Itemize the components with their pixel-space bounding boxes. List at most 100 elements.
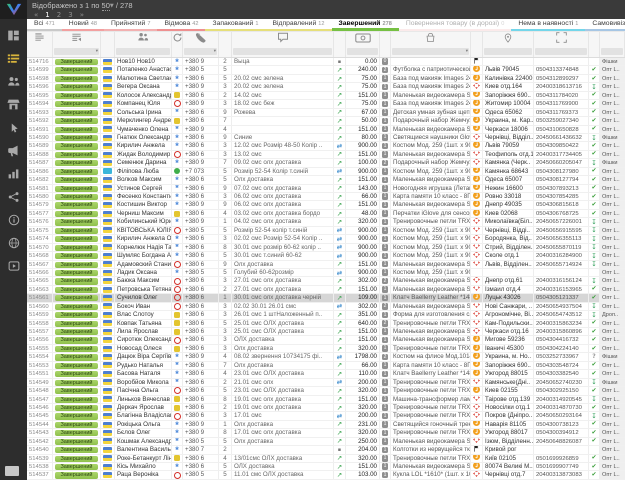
sidebar-orders-icon[interactable] bbox=[6, 51, 21, 66]
delivery-status-icon[interactable]: ✔ bbox=[589, 92, 600, 99]
delivery-status-icon[interactable]: ✔ bbox=[589, 185, 600, 192]
order-row[interactable]: 514574ЗавершенийКирилич Анжела Ол..*+380… bbox=[27, 235, 625, 243]
order-row[interactable]: 514575ЗавершенийКВІТОВСЬКА ЮЛІЯ+380 55Ро… bbox=[27, 227, 625, 235]
sidebar-columns-icon[interactable] bbox=[6, 28, 21, 43]
order-row[interactable]: 514579ЗавершенийКостишин Виктор*+380 990… bbox=[27, 201, 625, 209]
order-row[interactable]: 514581ЗавершенийУстинов Сергей*+380 6907… bbox=[27, 185, 625, 193]
delivery-status-icon[interactable]: ✔ bbox=[589, 210, 600, 217]
order-row[interactable]: 514557ЗавершенийЛила Ярослав+380 6325.01… bbox=[27, 328, 625, 336]
delivery-status-icon[interactable]: ↧ bbox=[589, 83, 600, 90]
delivery-status-icon[interactable]: ✔ bbox=[589, 100, 600, 107]
sidebar-video-icon[interactable] bbox=[6, 258, 21, 273]
delivery-status-icon[interactable]: ↧ bbox=[589, 412, 600, 419]
delivery-status-icon[interactable]: ↧ bbox=[589, 252, 600, 259]
order-row[interactable]: 514539ЗавершенийРоке-Бетанкурт Лін..+380… bbox=[27, 455, 625, 463]
order-row[interactable]: 514545ЗавершенийБлагінна Владіслава+380 … bbox=[27, 412, 625, 420]
order-row[interactable]: 514590ЗавершенийГнатюк Олександр*+380 69… bbox=[27, 134, 625, 142]
filter-input-ttn[interactable] bbox=[535, 48, 587, 55]
delivery-status-icon[interactable]: ✔ bbox=[589, 286, 600, 293]
delivery-status-icon[interactable]: ✔ bbox=[589, 387, 600, 394]
delivery-status-icon[interactable]: ↧ bbox=[589, 227, 600, 234]
delivery-status-icon[interactable]: ✔ bbox=[589, 168, 600, 175]
order-row[interactable]: 514568ЗавершенийШумляс Богдана Ан..*+380… bbox=[27, 252, 625, 260]
delivery-status-icon[interactable]: ↧ bbox=[589, 311, 600, 318]
delivery-status-icon[interactable] bbox=[589, 446, 600, 453]
sidebar-customers-icon[interactable] bbox=[6, 74, 21, 89]
filter-input-price[interactable] bbox=[347, 48, 378, 55]
sidebar-globe-icon[interactable] bbox=[6, 235, 21, 250]
delivery-status-icon[interactable]: ✔ bbox=[589, 294, 600, 301]
delivery-status-icon[interactable]: ✔ bbox=[589, 370, 600, 377]
sidebar-integrations-icon[interactable] bbox=[6, 189, 21, 204]
order-row[interactable]: 514599ЗавершенийПотапенко Анастас..*+380… bbox=[27, 66, 625, 74]
order-row[interactable]: 514565ЗавершенийБаюка Максим+380 6327.01… bbox=[27, 277, 625, 285]
delivery-status-icon[interactable] bbox=[589, 269, 600, 276]
sidebar-cursor-icon[interactable] bbox=[6, 120, 21, 135]
tab-Відправлений[interactable]: Відправлений12 bbox=[265, 19, 331, 31]
delivery-status-icon[interactable]: ↧ bbox=[589, 218, 600, 225]
filter-input-comment[interactable] bbox=[233, 48, 332, 55]
app-logo[interactable] bbox=[0, 0, 27, 19]
order-row[interactable]: 514551ЗавершенийБасова Наталя*+380 6423.… bbox=[27, 370, 625, 378]
delivery-status-icon[interactable]: ✔ bbox=[589, 463, 600, 470]
delivery-status-icon[interactable]: ✔ bbox=[589, 142, 600, 149]
delivery-status-icon[interactable]: ↧ bbox=[589, 261, 600, 268]
order-row[interactable]: 514538ЗавершенийКісь Михайло*+380 65ОЛХ … bbox=[27, 463, 625, 471]
tab-Запакований[interactable]: Запакований1 bbox=[205, 19, 265, 31]
order-row[interactable]: 514537ЗавершенийРаца Вероніка+380 5511.0… bbox=[27, 471, 625, 479]
column-header-status[interactable] bbox=[53, 32, 101, 46]
order-row[interactable]: 514543ЗавершенийБєлов Олег*+380 9817.01 … bbox=[27, 429, 625, 437]
filter-input-tag[interactable] bbox=[601, 48, 623, 55]
delivery-status-icon[interactable]: ↧ bbox=[589, 277, 600, 284]
order-row[interactable]: 514555ЗавершенийНовосад Олеся+380 63Олх … bbox=[27, 345, 625, 353]
order-row[interactable]: 514558ЗавершенийКовпак Татьяна+380 6525.… bbox=[27, 320, 625, 328]
delivery-status-icon[interactable]: ✔ bbox=[589, 151, 600, 158]
order-row[interactable]: 514594ЗавершенийКомпанец Юля+380 9318.02… bbox=[27, 100, 625, 108]
filter-input-phone[interactable]: ▾ bbox=[184, 48, 217, 55]
delivery-status-icon[interactable] bbox=[589, 58, 600, 65]
filter-input-status[interactable]: ▾ bbox=[54, 48, 99, 55]
delivery-status-icon[interactable]: ✔ bbox=[589, 201, 600, 208]
delivery-status-icon[interactable]: ✔ bbox=[589, 66, 600, 73]
column-header-phone[interactable] bbox=[183, 32, 219, 46]
order-row[interactable]: 514561ЗавершенийСучилов Олег+380 6130.01… bbox=[27, 294, 625, 302]
order-row[interactable]: 514549ЗавершенийВоробйов Микола*+380 622… bbox=[27, 379, 625, 387]
delivery-status-icon[interactable]: ✔ bbox=[589, 471, 600, 478]
order-row[interactable]: 514595ЗавершенийКолосок Александр+380 62… bbox=[27, 92, 625, 100]
delivery-status-icon[interactable]: ↧ bbox=[589, 235, 600, 242]
delivery-status-icon[interactable]: ✔ bbox=[589, 438, 600, 445]
order-row[interactable]: 514592ЗавершенийМерклингер Андрей+380 67… bbox=[27, 117, 625, 125]
column-header-ttn[interactable] bbox=[534, 32, 589, 46]
order-row[interactable]: 514566ЗавершенийЛадик Оксана*+380 55Голу… bbox=[27, 269, 625, 277]
delivery-status-icon[interactable]: ✔ bbox=[589, 455, 600, 462]
sidebar-store-icon[interactable] bbox=[6, 97, 21, 112]
delivery-status-icon[interactable]: ✔ bbox=[589, 193, 600, 200]
sidebar-info-icon[interactable] bbox=[6, 212, 21, 227]
column-header-src[interactable] bbox=[172, 32, 183, 46]
order-row[interactable]: 514560ЗавершенийБокоч Иван+380 6302.02 3… bbox=[27, 303, 625, 311]
column-header-pay[interactable] bbox=[334, 32, 346, 46]
order-row[interactable]: 514544ЗавершенийРокіцька Ольга*+380 91Ол… bbox=[27, 421, 625, 429]
column-header-cnt[interactable] bbox=[380, 32, 391, 46]
filter-input-product[interactable]: ▾ bbox=[392, 48, 469, 55]
order-row[interactable]: 514553ЗавершенийРудько Наталья*+380 67Ол… bbox=[27, 362, 625, 370]
column-header-tag[interactable] bbox=[600, 32, 625, 46]
tab-Повернення товару (в дорозі)[interactable]: Повернення товару (в дорозі)0 bbox=[399, 19, 512, 31]
order-row[interactable]: 514593ЗавершенийСольська Ірина*+380 69Ро… bbox=[27, 109, 625, 117]
delivery-status-icon[interactable]: ↧ bbox=[589, 396, 600, 403]
order-row[interactable]: 514547ЗавершенийЛиньков Вячеслав+380 681… bbox=[27, 396, 625, 404]
delivery-status-icon[interactable]: ✔ bbox=[589, 429, 600, 436]
page-size-dropdown[interactable]: 50 bbox=[102, 1, 110, 11]
sidebar-megaphone-icon[interactable] bbox=[6, 143, 21, 158]
order-row[interactable]: 514576ЗавершенийКобилинський Юрий*+380 9… bbox=[27, 218, 625, 226]
order-row[interactable]: 514586ЗавершенийФіліпова Люба+7 0735Розм… bbox=[27, 168, 625, 176]
delivery-status-icon[interactable]: ✔ bbox=[589, 109, 600, 116]
order-row[interactable]: 514563ЗавершенийПетровська Тетяна+380 62… bbox=[27, 286, 625, 294]
order-row[interactable]: 514588ЗавершенийЖидак Володимир+380 6313… bbox=[27, 151, 625, 159]
order-row[interactable]: 514554ЗавершенийДацюк Віра Сергіївна*+38… bbox=[27, 353, 625, 361]
order-row[interactable]: 514546ЗавершенийДеркач Ярослав+380 6219.… bbox=[27, 404, 625, 412]
order-row[interactable]: 514587ЗавершенийСеменюк Дарина*+380 9709… bbox=[27, 159, 625, 167]
order-row[interactable]: 514582ЗавершенийВолков Максим*+380 65Олх… bbox=[27, 176, 625, 184]
order-row[interactable]: 514559ЗавершенийВлас Слотоу+380 6326.01 … bbox=[27, 311, 625, 319]
filter-input-city[interactable] bbox=[484, 48, 532, 55]
